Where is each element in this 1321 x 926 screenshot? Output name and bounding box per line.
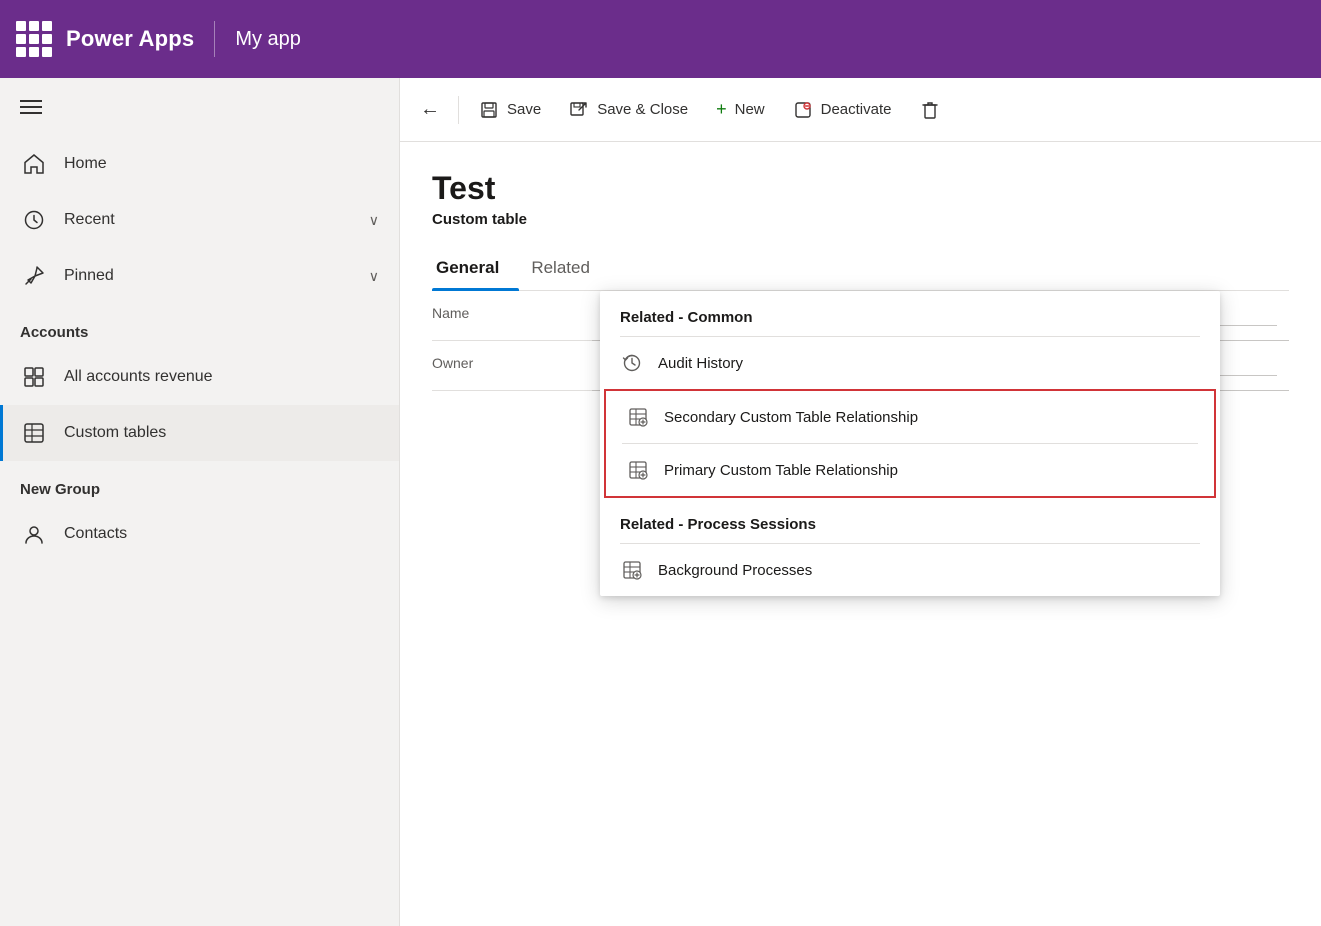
audit-history-label: Audit History: [658, 355, 743, 372]
record-title: Test: [432, 170, 1289, 207]
pin-icon: [20, 262, 48, 290]
form-area: Name Owner Related - Common: [400, 291, 1321, 926]
save-label: Save: [507, 101, 541, 118]
sidebar-item-all-accounts-revenue[interactable]: All accounts revenue: [0, 349, 399, 405]
hamburger-button[interactable]: [0, 78, 399, 136]
dropdown-item-audit-history[interactable]: Audit History: [600, 337, 1220, 389]
sidebar-item-home[interactable]: Home: [0, 136, 399, 192]
delete-icon: [920, 100, 940, 120]
custom-tables-label: Custom tables: [64, 424, 166, 442]
secondary-custom-table-icon: [626, 405, 650, 429]
owner-label: Owner: [432, 341, 592, 391]
save-close-label: Save & Close: [597, 101, 688, 118]
header-divider: [214, 21, 215, 57]
primary-custom-table-label: Primary Custom Table Relationship: [664, 462, 898, 479]
record-subtitle: Custom table: [432, 211, 1289, 228]
sidebar-item-pinned[interactable]: Pinned ∨: [0, 248, 399, 304]
toolbar: ← Save: [400, 78, 1321, 142]
deactivate-label: Deactivate: [821, 101, 892, 118]
all-accounts-icon: [20, 363, 48, 391]
related-process-sessions-header: Related - Process Sessions: [600, 498, 1220, 543]
sidebar: Home Recent ∨ Pinned ∨: [0, 78, 400, 926]
contacts-label: Contacts: [64, 525, 127, 543]
new-button[interactable]: + New: [702, 91, 779, 128]
name-label: Name: [432, 291, 592, 341]
new-icon: +: [716, 99, 727, 120]
app-sub-title: My app: [235, 28, 301, 51]
all-accounts-label: All accounts revenue: [64, 368, 213, 386]
new-label: New: [735, 101, 765, 118]
related-dropdown: Related - Common Audit History: [600, 291, 1220, 596]
home-label: Home: [64, 155, 107, 173]
home-icon: [20, 150, 48, 178]
dropdown-item-secondary-custom-table[interactable]: Secondary Custom Table Relationship: [606, 391, 1214, 443]
deactivate-icon: [793, 100, 813, 120]
accounts-section-label: Accounts: [0, 304, 399, 349]
tabs-row: General Related: [432, 248, 1289, 291]
pinned-label: Pinned: [64, 267, 114, 285]
background-processes-icon: [620, 558, 644, 582]
dropdown-item-primary-custom-table[interactable]: Primary Custom Table Relationship: [606, 444, 1214, 496]
content-area: ← Save: [400, 78, 1321, 926]
waffle-icon[interactable]: [16, 21, 52, 57]
save-icon: [479, 100, 499, 120]
delete-button[interactable]: [906, 92, 954, 128]
primary-custom-table-icon: [626, 458, 650, 482]
sidebar-item-custom-tables[interactable]: Custom tables: [0, 405, 399, 461]
main-layout: Home Recent ∨ Pinned ∨: [0, 78, 1321, 926]
save-close-button[interactable]: Save & Close: [555, 92, 702, 128]
tab-related[interactable]: Related: [527, 248, 610, 290]
new-group-section-label: New Group: [0, 461, 399, 506]
secondary-custom-table-label: Secondary Custom Table Relationship: [664, 409, 918, 426]
recent-icon: [20, 206, 48, 234]
dropdown-item-background-processes[interactable]: Background Processes: [600, 544, 1220, 596]
audit-history-icon: [620, 351, 644, 375]
sidebar-item-contacts[interactable]: Contacts: [0, 506, 399, 562]
background-processes-label: Background Processes: [658, 562, 812, 579]
recent-label: Recent: [64, 211, 115, 229]
deactivate-button[interactable]: Deactivate: [779, 92, 906, 128]
toolbar-sep-1: [458, 96, 459, 124]
save-close-icon: [569, 100, 589, 120]
custom-tables-icon: [20, 419, 48, 447]
page-content: Test Custom table General Related: [400, 142, 1321, 291]
recent-chevron: ∨: [369, 212, 379, 229]
tab-general[interactable]: General: [432, 248, 519, 290]
top-header: Power Apps My app: [0, 0, 1321, 78]
app-name: Power Apps: [66, 26, 194, 52]
pinned-chevron: ∨: [369, 268, 379, 285]
save-button[interactable]: Save: [465, 92, 555, 128]
contacts-icon: [20, 520, 48, 548]
related-common-header: Related - Common: [600, 291, 1220, 336]
sidebar-item-recent[interactable]: Recent ∨: [0, 192, 399, 248]
back-button[interactable]: ←: [408, 90, 452, 129]
